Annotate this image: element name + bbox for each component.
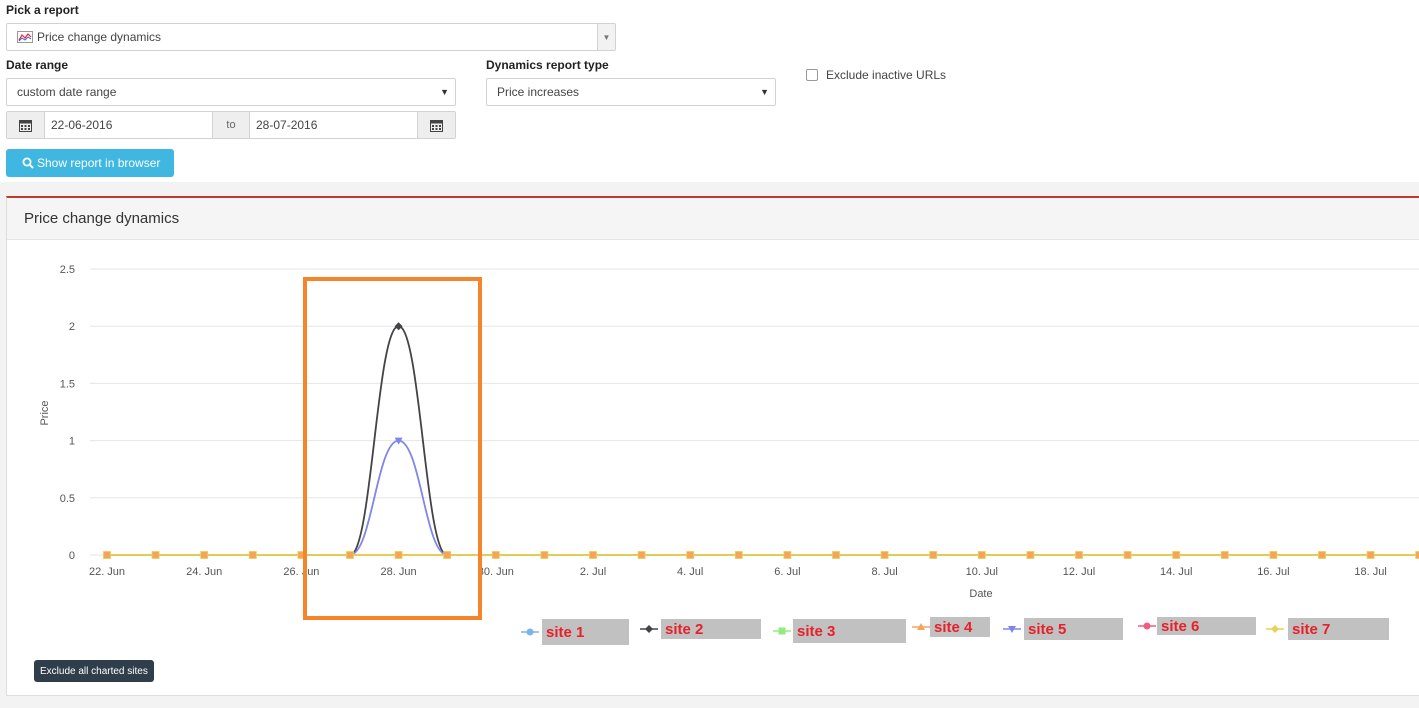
x-tick-label: 16. Jul	[1257, 566, 1289, 578]
data-point	[1220, 551, 1229, 559]
legend-symbol[interactable]	[640, 623, 658, 635]
x-tick-label: 8. Jul	[871, 566, 897, 578]
data-point	[151, 551, 160, 559]
legend-symbol[interactable]	[1138, 620, 1156, 632]
x-tick-label: 18. Jul	[1354, 566, 1386, 578]
legend-item-label[interactable]: site 3	[793, 619, 906, 643]
data-point	[540, 551, 549, 559]
x-tick-label: 24. Jun	[186, 566, 222, 578]
data-point	[637, 551, 646, 559]
data-point	[443, 551, 452, 559]
y-tick-label: 0	[69, 550, 75, 562]
legend-item-label[interactable]: site 1	[542, 619, 629, 645]
data-point	[394, 322, 403, 331]
x-tick-label: 6. Jul	[774, 566, 800, 578]
data-point	[248, 551, 257, 559]
y-tick-label: 1.5	[60, 378, 75, 390]
legend-symbol[interactable]	[773, 625, 791, 637]
y-tick-label: 0.5	[60, 493, 75, 505]
legend-item-label[interactable]: site 2	[661, 619, 761, 639]
legend-item-label[interactable]: site 4	[930, 617, 990, 637]
x-axis-label: Date	[969, 588, 992, 600]
data-point	[1172, 551, 1181, 559]
y-tick-label: 2.5	[60, 264, 75, 276]
data-point	[1075, 551, 1083, 559]
x-tick-label: 26. Jun	[283, 566, 319, 578]
data-point	[1026, 551, 1035, 559]
legend-item-label[interactable]: site 7	[1288, 618, 1389, 640]
data-point	[880, 551, 889, 559]
data-point	[200, 551, 209, 559]
x-tick-label: 10. Jul	[966, 566, 998, 578]
legend-symbol[interactable]	[1266, 623, 1284, 635]
x-tick-label: 2. Jul	[580, 566, 606, 578]
data-point	[929, 551, 938, 559]
x-tick-label: 12. Jul	[1063, 566, 1095, 578]
exclude-all-sites-button[interactable]: Exclude all charted sites	[34, 660, 154, 682]
data-point	[394, 551, 403, 559]
legend-item-label[interactable]: site 6	[1157, 617, 1256, 635]
x-tick-label: 14. Jul	[1160, 566, 1192, 578]
data-point	[686, 551, 695, 559]
data-point	[491, 551, 500, 559]
data-point	[103, 551, 111, 559]
x-tick-label: 28. Jun	[381, 566, 417, 578]
price-chart: 0 0.5 1 1.5 2 2.5 22. Jun 24. Jun 26. Jun 28. Jun…	[39, 264, 1419, 620]
data-point	[832, 551, 840, 559]
data-point	[346, 551, 354, 559]
legend-item-label[interactable]: site 5	[1024, 618, 1123, 640]
data-point	[783, 551, 792, 559]
x-tick-label: 4. Jul	[677, 566, 703, 578]
y-axis-label: Price	[39, 400, 51, 425]
data-point	[1318, 551, 1326, 559]
x-tick-label: 30. Jun	[478, 566, 514, 578]
data-point	[1123, 551, 1132, 559]
legend-symbol[interactable]	[1003, 623, 1021, 635]
data-point	[1366, 551, 1375, 559]
data-point	[589, 551, 597, 559]
data-point	[734, 551, 743, 559]
data-point	[977, 551, 986, 559]
y-tick-label: 2	[69, 321, 75, 333]
data-point	[1269, 551, 1278, 559]
x-tick-label: 22. Jun	[89, 566, 125, 578]
legend-symbol[interactable]	[912, 621, 930, 633]
y-tick-label: 1	[69, 436, 75, 448]
legend-symbol[interactable]	[521, 626, 539, 638]
